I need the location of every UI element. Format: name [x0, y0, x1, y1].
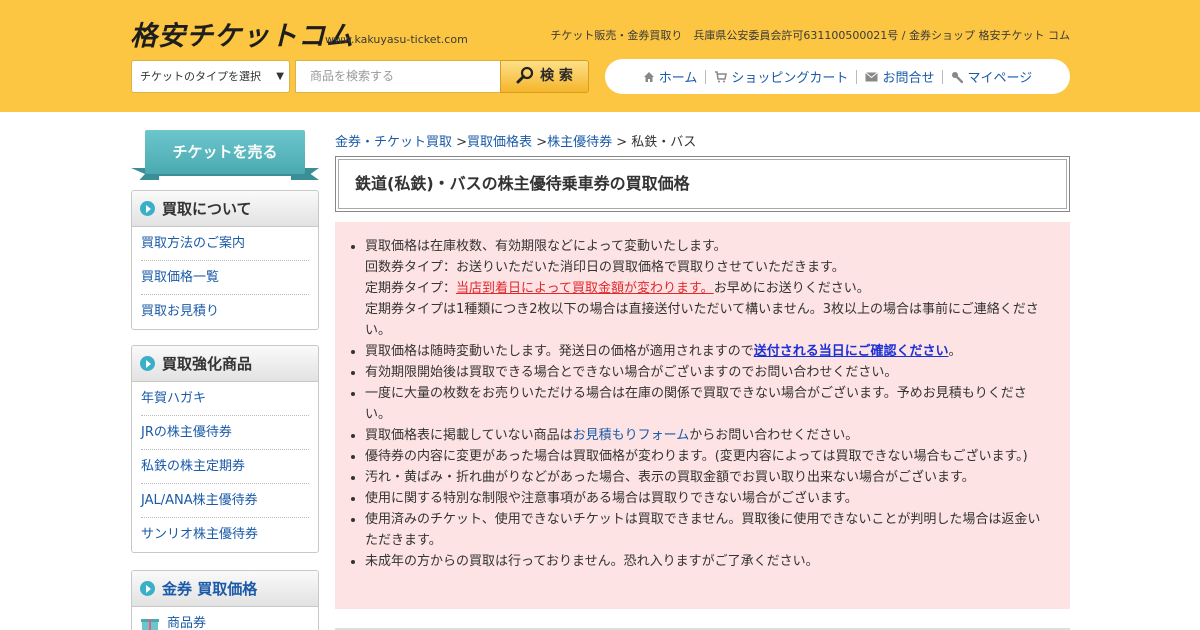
sell-ticket-banner-label: チケットを売る	[145, 130, 305, 174]
sidebar-item[interactable]: JAL/ANA株主優待券	[141, 484, 309, 518]
nav-cart-label: ショッピングカート	[731, 71, 849, 86]
sidebar-box-featured: 買取強化商品 年賀ハガキ JRの株主優待券 私鉄の株主定期券 JAL/ANA株主…	[131, 345, 319, 553]
breadcrumb-link[interactable]: 株主優待券	[547, 135, 612, 150]
ticket-type-select[interactable]: チケットのタイプを選択 ▼	[131, 60, 290, 93]
search-icon	[516, 66, 534, 84]
arrival-date-link[interactable]: 当店到着日によって買取金額が変わります。	[456, 281, 714, 296]
notice-item: 汚れ・黄ばみ・折れ曲がりなどがあった場合、表示の買取金額でお買い取り出来ない場合…	[365, 467, 1052, 488]
home-icon	[643, 71, 654, 82]
nav-mypage-label: マイページ	[967, 71, 1033, 86]
breadcrumb-separator: >	[612, 135, 628, 150]
header-nav: ホーム ショッピングカート お問合せ マイページ	[605, 59, 1070, 94]
breadcrumb-separator: >	[532, 135, 548, 150]
notice-item: 買取価格は随時変動いたします。発送日の価格が適用されますので送付される当日にご確…	[365, 341, 1052, 362]
page-title: 鉄道(私鉄)・バスの株主優待乗車券の買取価格	[338, 159, 1067, 209]
sell-ticket-banner[interactable]: チケットを売る	[131, 130, 319, 180]
notice-text: 定期券タイプ：	[365, 281, 457, 296]
mail-icon	[865, 71, 879, 81]
search-input[interactable]: 商品を検索する	[295, 60, 501, 93]
breadcrumb-link[interactable]: 買取価格表	[467, 135, 532, 150]
sidebar-item[interactable]: サンリオ株主優待券	[141, 518, 309, 552]
notice-text: 買取価格表に掲載していない商品は	[365, 428, 573, 443]
notice-item: 買取価格表に掲載していない商品はお見積もりフォームからお問い合わせください。	[365, 425, 1052, 446]
breadcrumb-separator: >	[452, 135, 468, 150]
nav-cart[interactable]: ショッピングカート	[706, 67, 856, 86]
gift-icon	[141, 619, 159, 630]
sidebar-item[interactable]: JRの株主優待券	[141, 416, 309, 450]
arrow-bullet-icon	[140, 201, 155, 216]
site-header: 格安チケットコム www.kakuyasu-ticket.com チケット販売・…	[0, 0, 1200, 112]
sidebar-box-title: 買取について	[162, 200, 252, 218]
notice-text: お早めにお送りください。	[713, 281, 870, 296]
breadcrumb-current: 私鉄・バス	[631, 135, 697, 150]
sidebar-item[interactable]: 買取お見積り	[141, 295, 309, 329]
breadcrumb-link[interactable]: 金券・チケット買取	[335, 135, 452, 150]
site-logo[interactable]: 格安チケットコム	[130, 14, 354, 53]
notice-item: 優待券の内容に変更があった場合は買取価格が変わります。(変更内容によっては買取で…	[365, 446, 1052, 467]
sidebar-item[interactable]: 買取価格一覧	[141, 261, 309, 295]
sidebar-box-header: 買取について	[132, 191, 318, 227]
estimate-form-link[interactable]: お見積もりフォーム	[573, 428, 690, 443]
wrench-icon	[952, 71, 964, 83]
breadcrumb: 金券・チケット買取 >買取価格表 >株主優待券 > 私鉄・バス	[335, 131, 696, 150]
sidebar-box-header: 金券 買取価格	[132, 571, 318, 607]
sidebar-box-title: 買取強化商品	[162, 355, 253, 373]
sidebar-box-about: 買取について 買取方法のご案内 買取価格一覧 買取お見積り	[131, 190, 319, 330]
notice-item: 未成年の方からの買取は行っておりません。恐れ入りますがご了承ください。	[365, 551, 1052, 572]
sidebar-item[interactable]: 買取方法のご案内	[141, 227, 309, 261]
nav-home[interactable]: ホーム	[635, 67, 706, 86]
sidebar-list: 商品券	[132, 607, 318, 630]
sidebar-box-voucher-prices: 金券 買取価格 商品券	[131, 570, 319, 630]
notice-text: 。	[948, 344, 962, 359]
sidebar-item[interactable]: 商品券	[141, 607, 309, 630]
notice-item: 使用に関する特別な制限や注意事項がある場合は買取りできない場合がございます。	[365, 488, 1052, 509]
nav-contact-label: お問合せ	[882, 71, 935, 86]
arrow-bullet-icon	[140, 356, 155, 371]
notice-list: 買取価格は在庫枚数、有効期限などによって変動いたします。 回数券タイプ：お送りい…	[365, 236, 1052, 572]
notice-box: 買取価格は在庫枚数、有効期限などによって変動いたします。 回数券タイプ：お送りい…	[335, 222, 1070, 609]
chevron-down-icon: ▼	[276, 71, 284, 82]
notice-item: 一度に大量の枚数をお売りいただける場合は在庫の関係で買取できない場合がございます…	[365, 383, 1052, 425]
confirm-date-link[interactable]: 送付される当日にご確認ください	[754, 344, 949, 359]
sidebar-item-label: 商品券	[167, 616, 207, 630]
notice-text: 回数券タイプ：お送りいただいた消印日の買取価格で買取りさせていただきます。	[365, 260, 845, 275]
header-tagline: チケット販売・金券買取り 兵庫県公安委員会許可631100500021号 / 金…	[550, 29, 1070, 42]
notice-text: 買取価格は在庫枚数、有効期限などによって変動いたします。	[365, 239, 727, 254]
sidebar-box-header: 買取強化商品	[132, 346, 318, 382]
arrow-bullet-icon	[140, 581, 155, 596]
sidebar-box-title: 金券 買取価格	[162, 580, 258, 598]
nav-contact[interactable]: お問合せ	[857, 67, 942, 86]
sidebar-list: 買取方法のご案内 買取価格一覧 買取お見積り	[132, 227, 318, 329]
page-title-box: 鉄道(私鉄)・バスの株主優待乗車券の買取価格	[335, 156, 1070, 212]
nav-mypage[interactable]: マイページ	[943, 67, 1040, 86]
notice-item: 買取価格は在庫枚数、有効期限などによって変動いたします。 回数券タイプ：お送りい…	[365, 236, 1052, 341]
notice-item: 有効期限開始後は買取できる場合とできない場合がございますのでお問い合わせください…	[365, 362, 1052, 383]
site-url: www.kakuyasu-ticket.com	[325, 33, 468, 46]
search-button-label: 検 索	[540, 68, 573, 84]
notice-text: からお問い合わせください。	[689, 428, 859, 443]
cart-icon	[715, 70, 728, 82]
sidebar-item[interactable]: 私鉄の株主定期券	[141, 450, 309, 484]
notice-text: 定期券タイプは1種類につき2枚以下の場合は直接送付いただいて構いません。3枚以上…	[365, 302, 1039, 338]
search-button[interactable]: 検 索	[500, 60, 589, 93]
sidebar-list: 年賀ハガキ JRの株主優待券 私鉄の株主定期券 JAL/ANA株主優待券 サンリ…	[132, 382, 318, 552]
notice-text: 買取価格は随時変動いたします。発送日の価格が適用されますので	[365, 344, 754, 359]
ticket-type-select-label: チケットのタイプを選択	[140, 70, 261, 83]
notice-item: 使用済みのチケット、使用できないチケットは買取できません。買取後に使用できないこ…	[365, 509, 1052, 551]
nav-home-label: ホーム	[658, 71, 698, 86]
sidebar-item[interactable]: 年賀ハガキ	[141, 382, 309, 416]
